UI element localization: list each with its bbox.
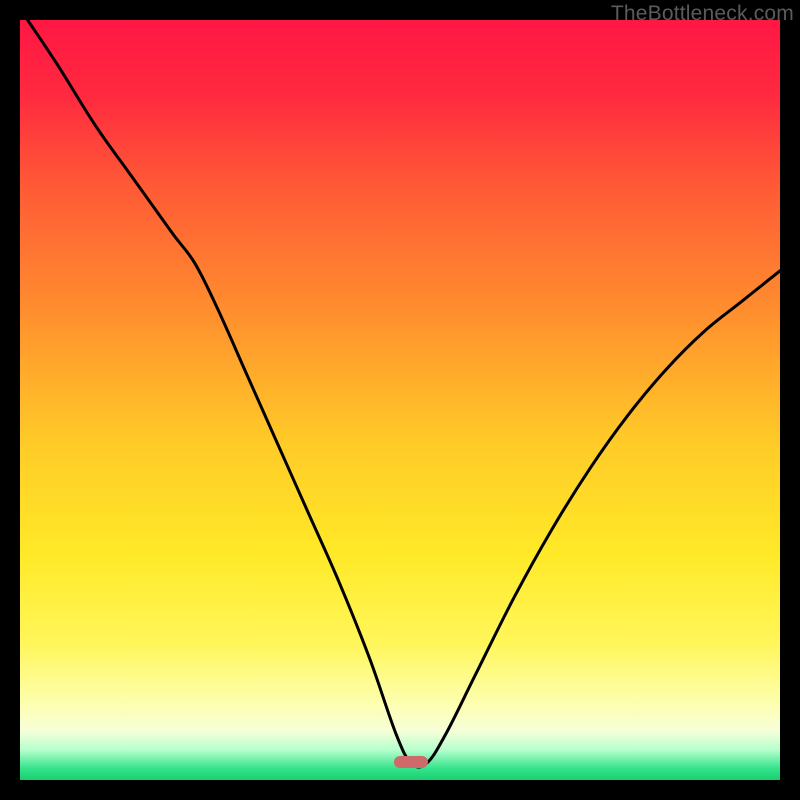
bottleneck-curve	[20, 20, 780, 780]
optimal-marker	[394, 756, 428, 768]
chart-frame: TheBottleneck.com	[0, 0, 800, 800]
watermark-text: TheBottleneck.com	[611, 2, 794, 26]
plot-area	[20, 20, 780, 780]
